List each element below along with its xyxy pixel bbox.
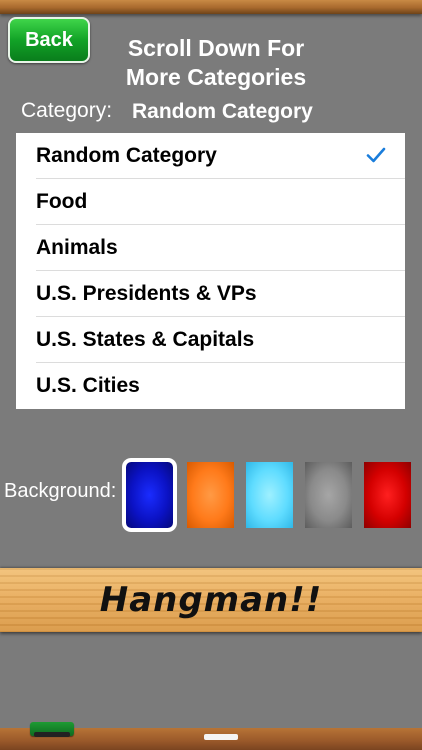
page-title: Scroll Down For More Categories [100, 34, 332, 92]
list-item[interactable]: U.S. Cities [16, 363, 405, 409]
list-item[interactable]: Animals [16, 225, 405, 271]
background-label: Background: [4, 480, 117, 502]
list-item[interactable]: U.S. Presidents & VPs [16, 271, 405, 317]
background-swatch-orange[interactable] [187, 462, 234, 528]
background-swatch-blue[interactable] [122, 458, 177, 532]
list-item-label: U.S. States & Capitals [36, 328, 255, 351]
category-selected-value: Random Category [132, 100, 313, 123]
back-button[interactable]: Back [8, 17, 90, 63]
list-item[interactable]: Random Category [16, 133, 405, 179]
list-item-label: U.S. Presidents & VPs [36, 282, 257, 305]
title-line-2: More Categories [125, 64, 307, 90]
list-item-label: Random Category [36, 144, 217, 167]
eraser-base [34, 732, 70, 737]
back-button-label: Back [25, 28, 73, 51]
category-label: Category: [21, 99, 113, 122]
category-list[interactable]: Random Category Food Animals U.S. Presid… [16, 133, 405, 409]
hangman-title: Hangman!! [99, 580, 323, 620]
background-swatch-gray[interactable] [305, 462, 352, 528]
top-wood-frame [0, 0, 422, 14]
list-item-label: Animals [36, 236, 118, 259]
list-item[interactable]: Food [16, 179, 405, 225]
checkmark-icon [366, 147, 386, 163]
hangman-banner: Hangman!! [0, 568, 422, 632]
background-swatch-cyan[interactable] [246, 462, 293, 528]
title-line-1: Scroll Down For [127, 35, 305, 61]
list-item-label: U.S. Cities [36, 374, 140, 397]
list-item[interactable]: U.S. States & Capitals [16, 317, 405, 363]
list-item-label: Food [36, 190, 88, 213]
background-swatch-red[interactable] [364, 462, 411, 528]
chalk-icon [204, 734, 238, 740]
